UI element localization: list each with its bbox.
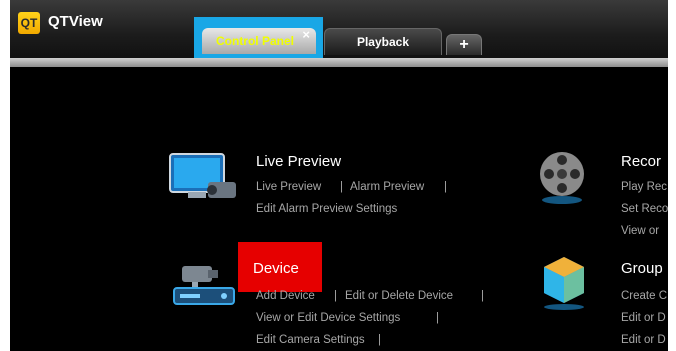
edit-camera-settings-link[interactable]: Edit Camera Settings xyxy=(256,334,365,346)
film-reel-icon xyxy=(540,152,584,204)
set-record-link[interactable]: Set Reco xyxy=(621,203,668,215)
title-bar: QT QTView Control Panel × Playback + xyxy=(10,0,668,65)
app-window: QT QTView Control Panel × Playback + Liv… xyxy=(10,0,668,351)
separator: | xyxy=(334,290,337,302)
close-icon[interactable]: × xyxy=(302,22,310,48)
tab-control-panel[interactable]: Control Panel × xyxy=(202,27,316,54)
separator: | xyxy=(378,334,381,346)
device-icon xyxy=(173,266,235,305)
edit-or-delete-device-link[interactable]: Edit or Delete Device xyxy=(345,290,453,302)
plus-icon: + xyxy=(459,36,469,53)
alarm-preview-link[interactable]: Alarm Preview xyxy=(350,181,424,193)
app-title: QTView xyxy=(48,13,103,30)
group-title: Group xyxy=(621,260,663,277)
play-record-link[interactable]: Play Rec xyxy=(621,181,667,193)
separator: | xyxy=(436,312,439,324)
edit-group-link-2[interactable]: Edit or D xyxy=(621,334,666,346)
edit-group-link[interactable]: Edit or D xyxy=(621,312,666,324)
live-preview-title: Live Preview xyxy=(256,153,342,170)
tab-strip-divider xyxy=(10,58,668,67)
live-preview-icon xyxy=(169,153,236,198)
view-record-link[interactable]: View or xyxy=(621,225,659,237)
tab-label: Control Panel xyxy=(215,34,294,48)
group-icon xyxy=(544,257,584,310)
add-device-link[interactable]: Add Device xyxy=(256,290,315,302)
tab-playback[interactable]: Playback xyxy=(324,28,442,55)
live-preview-link[interactable]: Live Preview xyxy=(256,181,321,193)
edit-alarm-preview-settings-link[interactable]: Edit Alarm Preview Settings xyxy=(256,203,397,215)
separator: | xyxy=(340,181,343,193)
create-group-link[interactable]: Create C xyxy=(621,290,667,302)
add-tab-button[interactable]: + xyxy=(446,34,482,55)
separator: | xyxy=(481,290,484,302)
record-title: Recor xyxy=(621,153,662,170)
app-logo: QT xyxy=(18,12,40,34)
separator: | xyxy=(444,181,447,193)
device-title: Device xyxy=(253,260,299,277)
view-edit-device-settings-link[interactable]: View or Edit Device Settings xyxy=(256,312,400,324)
tab-label: Playback xyxy=(356,35,410,49)
